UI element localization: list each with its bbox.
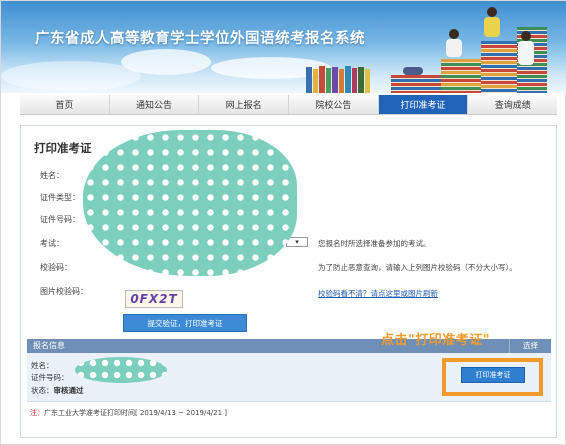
print-admission-ticket-button[interactable]: 打印准考证 — [461, 367, 525, 383]
nav-query-scores[interactable]: 查询成绩 — [468, 95, 557, 114]
registration-name-label: 姓名： — [31, 361, 54, 370]
print-time-note: 注：广东工业大学准考证打印时间[ 2019/4/13 ~ 2019/4/21 ] — [30, 408, 227, 418]
verify-code-hint: 为了防止恶意查询，请输入上列图片校验码（不分大小写）。 — [318, 263, 517, 272]
nav-notices[interactable]: 通知公告 — [110, 95, 200, 114]
nav-online-registration[interactable]: 网上报名 — [199, 95, 290, 114]
status-label: 状态： — [31, 386, 54, 395]
nav-college-notices[interactable]: 院校公告 — [289, 95, 379, 114]
privacy-mask — [83, 130, 297, 276]
id-number-label: 证件号码： — [40, 215, 80, 224]
captcha-label: 图片校验码： — [40, 287, 88, 296]
status-value: 审核通过 — [53, 386, 84, 395]
site-title: 广东省成人高等教育学士学位外国语统考报名系统 — [35, 31, 365, 47]
select-column-header: 选择 — [509, 339, 551, 353]
note-prefix: 注： — [30, 409, 44, 417]
note-text: 广东工业大学准考证打印时间[ 2019/4/13 ~ 2019/4/21 ] — [44, 409, 228, 417]
exam-label: 考试： — [40, 239, 64, 248]
site-banner: 广东省成人高等教育学士学位外国语统考报名系统 — [1, 1, 566, 93]
click-print-callout: 点击"打印准考证" — [381, 333, 491, 348]
nav-print-admission-ticket[interactable]: 打印准考证 — [378, 95, 469, 114]
captcha-image[interactable]: 0FX2T — [125, 290, 183, 308]
verify-code-label: 校验码： — [40, 263, 72, 272]
submit-verify-button[interactable]: 提交验证，打印准考证 — [123, 314, 247, 332]
print-ticket-panel: 打印准考证 姓名： 证件类型： 证件号码： 考试： 您报名时所选择准备参加的考试… — [20, 125, 557, 438]
id-type-label: 证件类型： — [40, 193, 80, 202]
captcha-refresh-link[interactable]: 校验码看不清？请点这里或图片刷新 — [318, 288, 438, 299]
panel-title: 打印准考证 — [34, 141, 92, 155]
registration-status: 状态：审核通过 — [31, 385, 84, 396]
registration-privacy-mask — [75, 357, 167, 383]
name-label: 姓名： — [40, 171, 64, 180]
registration-id-label: 证件号码： — [31, 373, 69, 382]
exam-hint: 您报名时所选择准备参加的考试。 — [318, 239, 431, 248]
page: 广东省成人高等教育学士学位外国语统考报名系统 首页 通知公告 网上报名 院校公告… — [0, 0, 566, 445]
main-nav: 首页 通知公告 网上报名 院校公告 打印准考证 查询成绩 — [20, 95, 557, 115]
nav-home[interactable]: 首页 — [20, 95, 110, 114]
